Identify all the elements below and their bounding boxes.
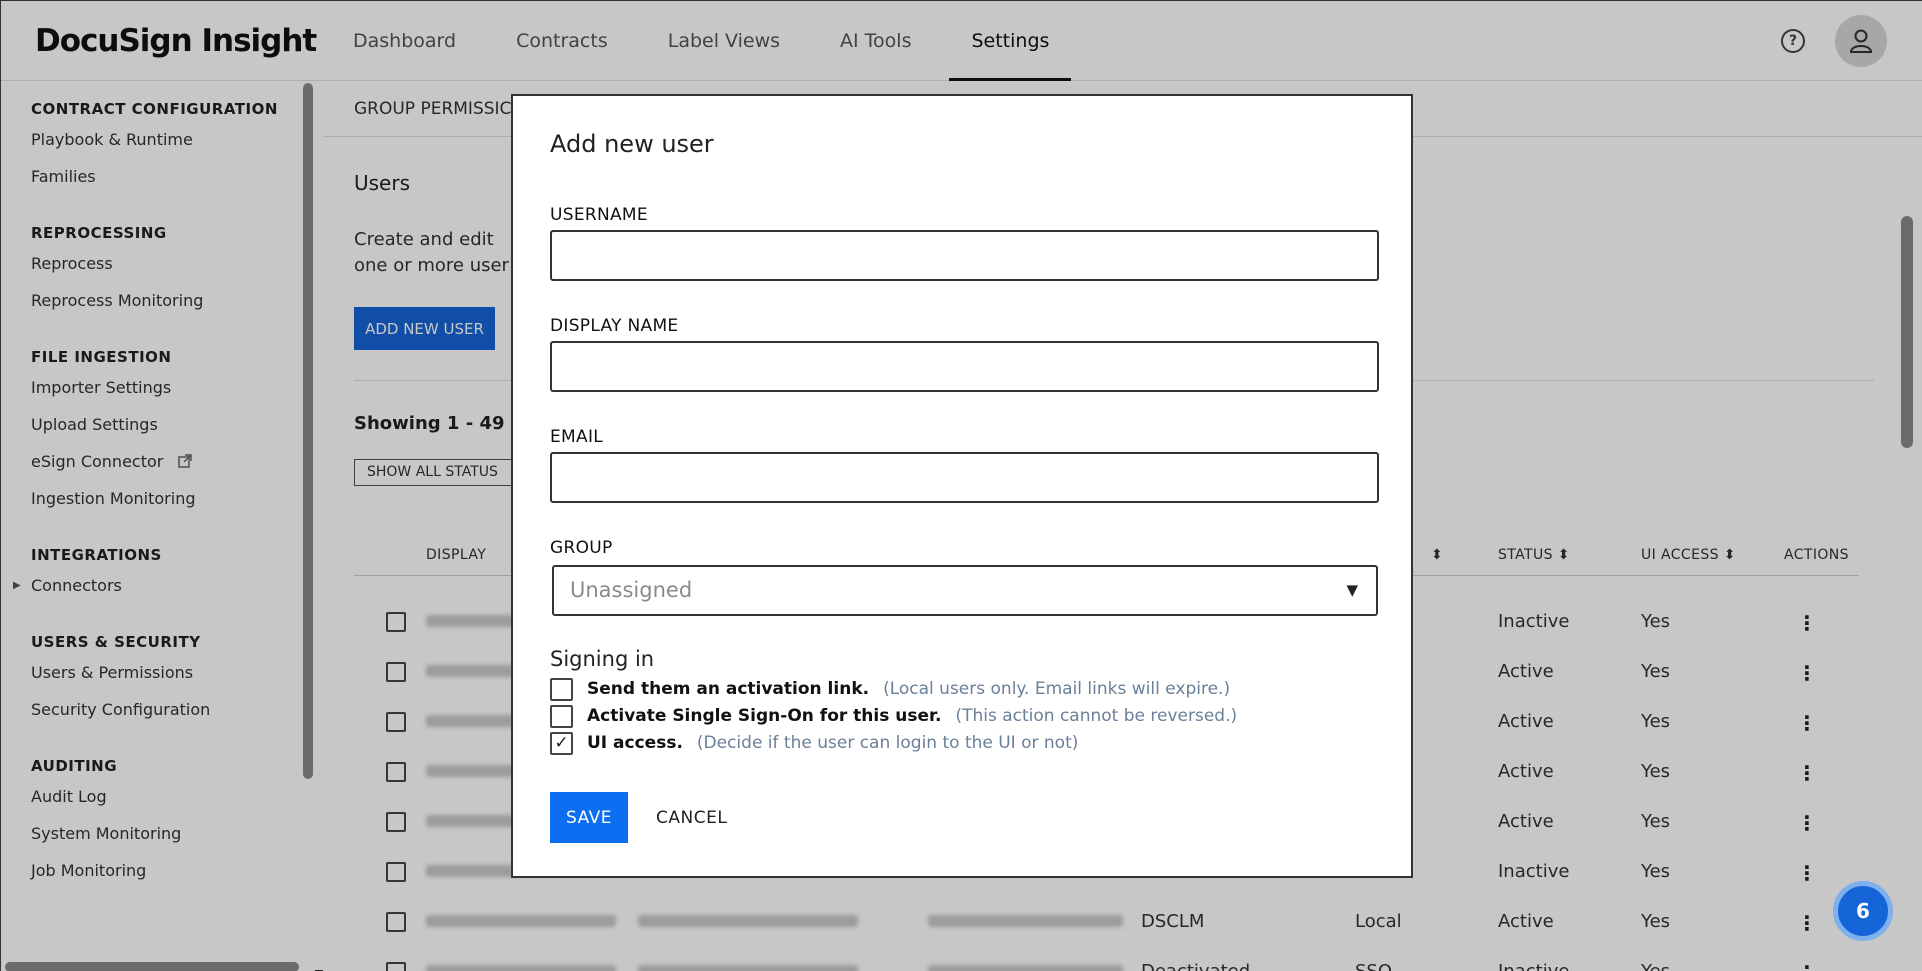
ui-access-note: (Decide if the user can login to the UI … — [696, 733, 1079, 753]
sso-checkbox[interactable] — [550, 704, 573, 728]
activation-link-option[interactable]: Send them an activation link. (Local use… — [550, 677, 1230, 701]
display-name-input[interactable] — [550, 341, 1379, 392]
group-label: GROUP — [550, 538, 613, 558]
ui-access-label: UI access. — [587, 733, 683, 753]
display-name-label: DISPLAY NAME — [550, 316, 679, 336]
save-button[interactable]: SAVE — [550, 792, 628, 843]
cancel-button[interactable]: CANCEL — [656, 792, 727, 843]
sso-label: Activate Single Sign-On for this user. — [587, 706, 942, 726]
group-select[interactable]: Unassigned ▼ — [552, 565, 1378, 616]
sso-note: (This action cannot be reversed.) — [955, 706, 1238, 726]
activation-link-note: (Local users only. Email links will expi… — [883, 679, 1231, 699]
username-label: USERNAME — [550, 205, 648, 225]
ui-access-option[interactable]: ✓ UI access. (Decide if the user can log… — [550, 731, 1078, 755]
username-input[interactable] — [550, 230, 1379, 281]
chat-badge[interactable]: 6 — [1833, 881, 1893, 941]
sso-option[interactable]: Activate Single Sign-On for this user. (… — [550, 704, 1237, 728]
group-select-value: Unassigned — [570, 578, 693, 602]
email-label: EMAIL — [550, 427, 604, 447]
checkmark-icon: ✓ — [554, 733, 569, 753]
ui-access-checkbox[interactable]: ✓ — [550, 731, 573, 755]
activation-link-label: Send them an activation link. — [587, 679, 870, 699]
dropdown-arrow-icon: ▼ — [1346, 581, 1358, 599]
activation-link-checkbox[interactable] — [550, 677, 573, 701]
email-input[interactable] — [550, 452, 1379, 503]
signing-in-heading: Signing in — [550, 647, 655, 671]
dialog-title: Add new user — [550, 130, 714, 158]
add-user-dialog: Add new user USERNAME DISPLAY NAME EMAIL… — [511, 94, 1413, 878]
